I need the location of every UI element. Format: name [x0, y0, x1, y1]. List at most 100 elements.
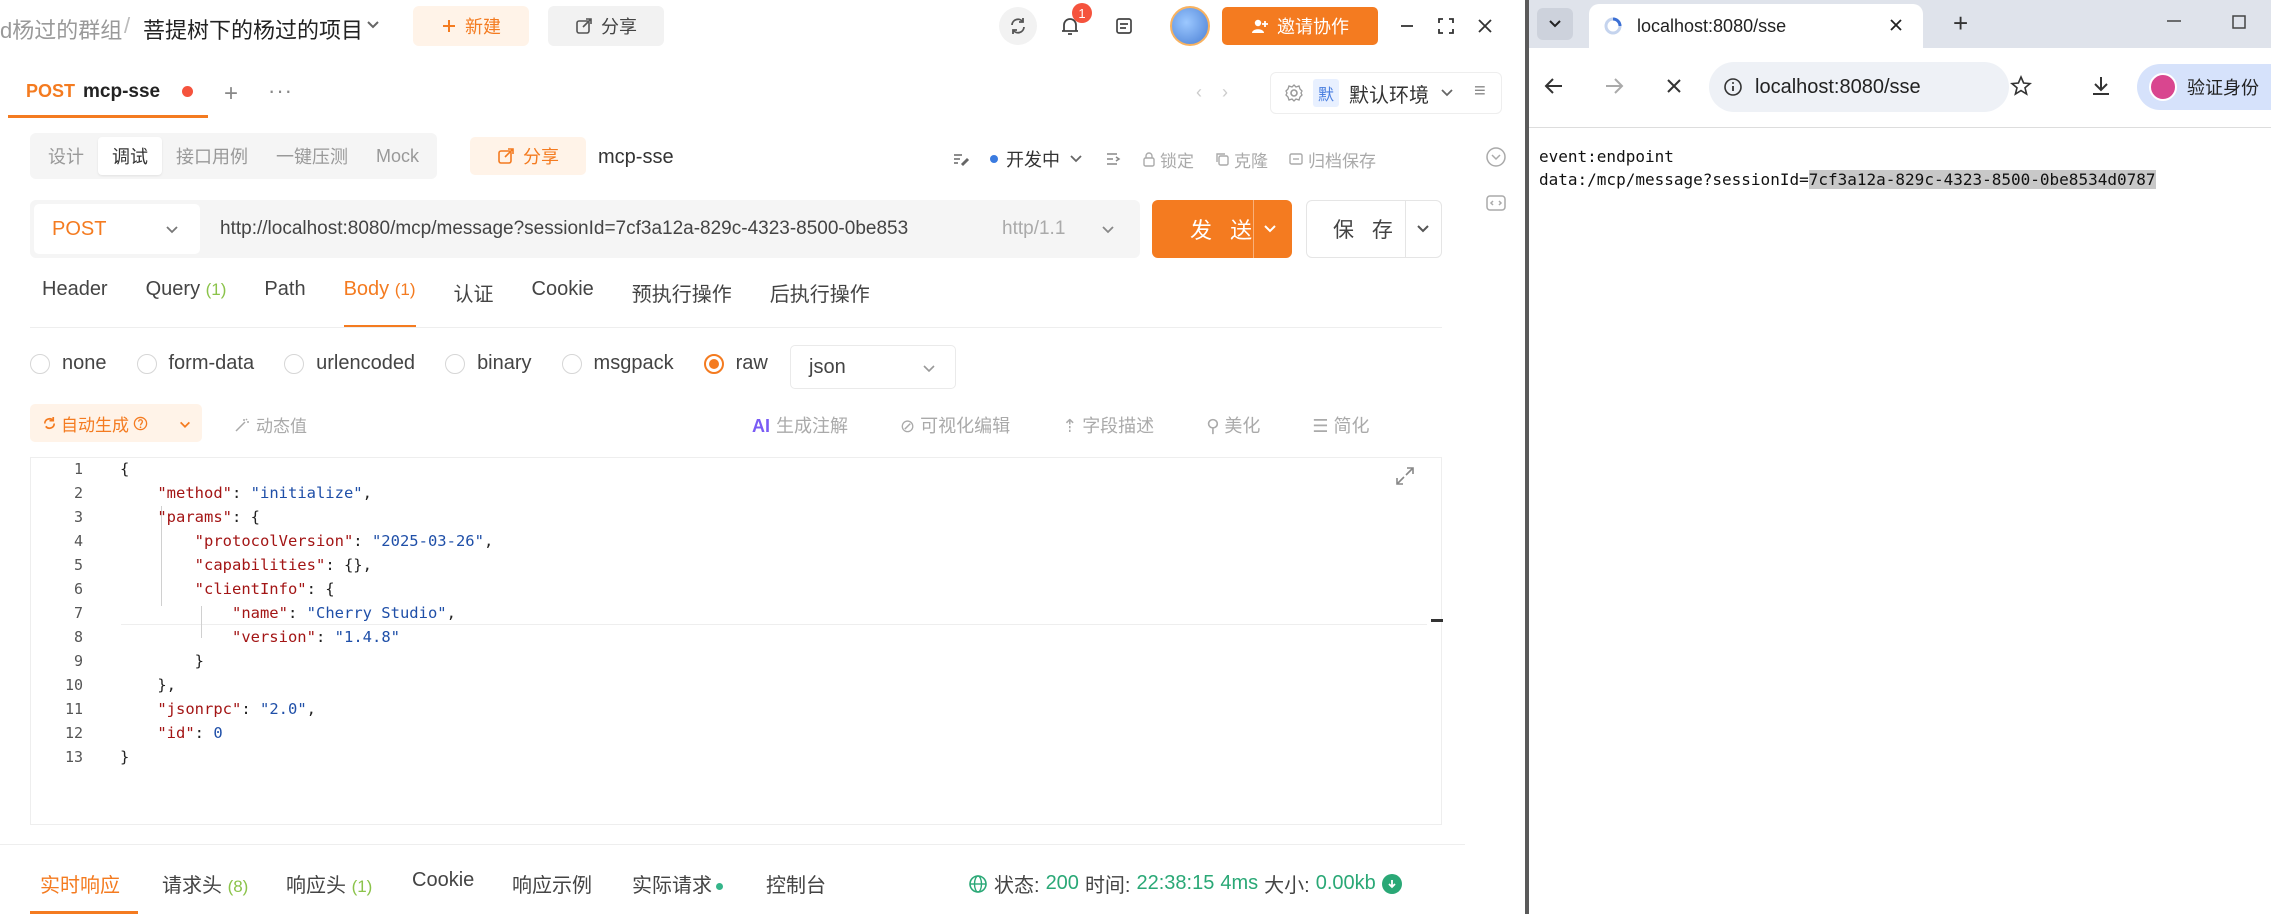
breadcrumb-project[interactable]: 菩提树下的杨过的项目	[143, 13, 363, 45]
back-icon[interactable]	[1541, 73, 1567, 99]
sse-data-prefix: data:/mcp/message?sessionId=	[1539, 170, 1809, 189]
tab-live-response[interactable]: 实时响应	[40, 869, 120, 898]
chevron-down-icon[interactable]	[1262, 221, 1278, 237]
chevron-down-icon[interactable]	[1415, 221, 1431, 237]
stop-loading-icon[interactable]	[1661, 73, 1687, 99]
clone-label: 克隆	[1234, 151, 1268, 171]
tab-nav-arrows-icon[interactable]: ‹›	[1196, 82, 1248, 103]
radio-form-data[interactable]: form-data	[136, 352, 254, 375]
chevron-down-icon[interactable]	[364, 16, 382, 34]
tab-response-headers[interactable]: 响应头 (1)	[286, 869, 372, 898]
status-select[interactable]: 开发中	[990, 146, 1084, 172]
field-desc-button[interactable]: ⇡ 字段描述	[1062, 412, 1154, 438]
tab-cookie[interactable]: Cookie	[532, 278, 594, 322]
body-format-select[interactable]: json	[790, 345, 956, 389]
radio-raw[interactable]: raw	[703, 352, 768, 375]
new-tab-icon[interactable]: +	[1953, 8, 1968, 39]
tabs-divider	[30, 327, 1442, 328]
mode-tab-debug[interactable]: 调试	[98, 137, 162, 175]
request-name[interactable]: mcp-sse	[598, 146, 674, 169]
editor-tools: AI 生成注解 ⊘ 可视化编辑 ⇡ 字段描述 ⚲ 美化 ☰ 简化	[752, 412, 1370, 438]
chevron-down-icon	[164, 222, 180, 238]
address-bar[interactable]: localhost:8080/sse	[1709, 62, 2009, 112]
field-desc-label: 字段描述	[1082, 416, 1155, 436]
tab-body[interactable]: Body (1)	[343, 278, 416, 328]
download-icon[interactable]	[1381, 873, 1402, 894]
minimize-button[interactable]	[1394, 13, 1420, 39]
close-button[interactable]	[1472, 13, 1498, 39]
tab-cookie[interactable]: Cookie	[412, 869, 474, 892]
status-dot	[716, 883, 723, 891]
mode-tab-load-test[interactable]: 一键压测	[262, 137, 362, 175]
invite-collaborate-button[interactable]: 邀请协作	[1222, 7, 1378, 45]
tab-response-example[interactable]: 响应示例	[512, 869, 592, 898]
maximize-button[interactable]	[1433, 13, 1459, 39]
menu-icon[interactable]: ≡	[1474, 80, 1486, 103]
tab-console[interactable]: 控制台	[766, 869, 826, 898]
method-select[interactable]: POST	[34, 204, 200, 254]
lock-button[interactable]: 锁定	[1142, 147, 1194, 172]
radio-msgpack[interactable]: msgpack	[561, 352, 674, 375]
download-icon[interactable]	[2089, 74, 2113, 98]
visual-edit-button[interactable]: ⊘ 可视化编辑	[900, 412, 1010, 438]
tab-request-headers[interactable]: 请求头 (8)	[162, 869, 248, 898]
request-tab[interactable]: POST mcp-sse	[8, 68, 208, 118]
sync-icon	[1008, 16, 1028, 36]
edit-icon[interactable]	[952, 150, 970, 168]
user-avatar[interactable]	[1170, 6, 1210, 46]
auto-generate-button[interactable]: 自动生成	[30, 404, 202, 442]
selected-session-id[interactable]: 7cf3a12a-829c-4323-8500-0be8534d0787	[1808, 170, 2156, 189]
tab-actual-request[interactable]: 实际请求	[632, 869, 723, 898]
share-request-button[interactable]: 分享	[470, 137, 586, 175]
verify-identity-button[interactable]: 验证身份	[2137, 64, 2271, 110]
chevron-circle-icon[interactable]	[1485, 146, 1507, 168]
more-tabs-icon[interactable]: ···	[268, 78, 293, 104]
environment-select[interactable]: 默 默认环境	[1270, 72, 1502, 114]
sync-button[interactable]	[999, 7, 1037, 45]
mode-tab-design[interactable]: 设计	[34, 137, 98, 175]
url-input[interactable]: http://localhost:8080/mcp/message?sessio…	[220, 218, 1008, 240]
document-button[interactable]	[1108, 10, 1140, 42]
maximize-icon[interactable]	[2229, 12, 2249, 32]
tab-post-script[interactable]: 后执行操作	[770, 278, 870, 322]
refresh-icon	[42, 416, 57, 431]
add-tab-icon[interactable]: +	[224, 80, 238, 108]
simplify-button[interactable]: ☰ 简化	[1312, 412, 1369, 438]
share-button[interactable]: 分享	[548, 6, 664, 46]
new-button[interactable]: 新建	[413, 6, 529, 46]
archive-button[interactable]: 归档保存	[1288, 147, 1376, 172]
settings-icon	[1285, 84, 1303, 102]
radio-binary[interactable]: binary	[445, 352, 532, 375]
tab-auth[interactable]: 认证	[454, 278, 494, 322]
align-icon[interactable]	[1104, 150, 1122, 168]
mode-tab-mock[interactable]: Mock	[362, 137, 433, 175]
ai-icon: AI	[752, 416, 770, 436]
chevron-down-icon[interactable]	[1100, 222, 1116, 238]
bookmark-star-icon[interactable]	[2009, 74, 2033, 98]
tab-label: Body	[343, 278, 390, 300]
code-editor[interactable]: 1 {2 "method": "initialize", 3 "params": {…	[30, 457, 1443, 825]
breadcrumb-group[interactable]: d杨过的群组	[0, 13, 122, 45]
tab-header[interactable]: Header	[42, 278, 108, 322]
tab-list-button[interactable]	[1537, 8, 1573, 40]
browser-tab[interactable]: localhost:8080/sse	[1589, 4, 1923, 48]
time-value: 22:38:15	[1136, 872, 1215, 894]
dynamic-value-button[interactable]: 动态值	[234, 412, 307, 437]
close-tab-icon[interactable]	[1887, 16, 1905, 34]
tab-path[interactable]: Path	[264, 278, 305, 322]
tab-query[interactable]: Query (1)	[146, 278, 227, 322]
info-icon[interactable]	[1723, 77, 1743, 97]
expand-icon[interactable]	[1393, 464, 1417, 488]
clone-button[interactable]: 克隆	[1214, 147, 1268, 172]
minimize-icon[interactable]	[2163, 10, 2185, 32]
radio-none[interactable]: none	[30, 352, 107, 375]
beautify-button[interactable]: ⚲ 美化	[1206, 412, 1260, 438]
browser-tab-title: localhost:8080/sse	[1637, 15, 1787, 36]
gen-comment-button[interactable]: AI 生成注解	[752, 412, 848, 438]
http-version[interactable]: http/1.1	[1002, 218, 1065, 240]
mode-tab-test-case[interactable]: 接口用例	[162, 137, 262, 175]
code-icon[interactable]	[1485, 192, 1507, 214]
tab-pre-script[interactable]: 预执行操作	[632, 278, 732, 322]
radio-urlencoded[interactable]: urlencoded	[284, 352, 415, 375]
forward-icon[interactable]	[1601, 73, 1627, 99]
